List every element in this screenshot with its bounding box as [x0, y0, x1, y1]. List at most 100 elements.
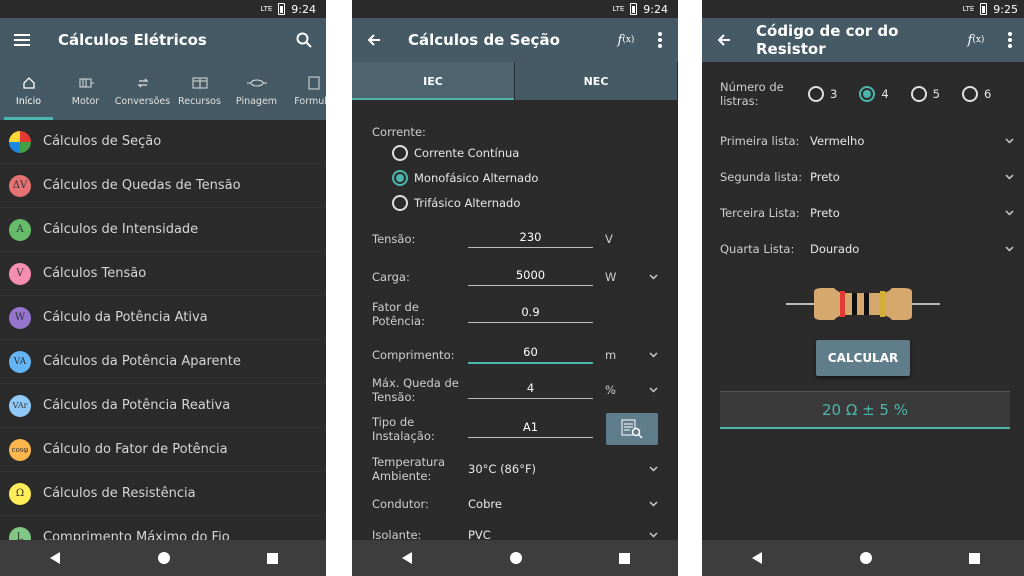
fator-row: Fator de Potência: 0.9 — [372, 300, 658, 328]
chevron-down-icon[interactable] — [648, 530, 658, 540]
home-nav-icon[interactable] — [509, 552, 522, 564]
band3-select[interactable]: Preto — [810, 206, 1004, 220]
tipo-label: Tipo de Instalação: — [372, 415, 435, 443]
tab-pinagem[interactable]: Pinagem — [228, 62, 285, 120]
status-time: 9:24 — [643, 2, 668, 16]
queda-unit-select[interactable]: % — [605, 383, 635, 397]
temperatura-select[interactable]: 30°C (86°F) — [468, 462, 638, 476]
band1-row[interactable]: Primeira lista: Vermelho — [720, 134, 1014, 148]
band3-label: Terceira Lista: — [720, 206, 800, 220]
chevron-down-icon[interactable] — [648, 464, 658, 474]
chevron-down-icon[interactable] — [648, 499, 658, 509]
carga-unit-select[interactable]: W — [605, 270, 635, 284]
page-title: Cálculos de Seção — [408, 31, 560, 49]
formula-icon — [308, 76, 319, 89]
list-item-potencia-aparente[interactable]: VA Cálculos da Potência Aparente — [0, 340, 326, 384]
radio-label: 4 — [881, 87, 889, 101]
band2-row[interactable]: Segunda lista: Preto — [720, 170, 1014, 184]
tensao-input[interactable]: 230 — [468, 230, 593, 248]
recents-nav-icon[interactable] — [968, 552, 980, 564]
radio-bands-3[interactable]: 3 — [808, 86, 837, 102]
carga-label: Carga: — [372, 270, 410, 284]
home-nav-icon[interactable] — [859, 552, 872, 564]
band1-select[interactable]: Vermelho — [810, 134, 1004, 148]
calcular-button[interactable]: CALCULAR — [816, 340, 910, 376]
list-item-secao[interactable]: Cálculos de Seção — [0, 120, 326, 164]
radio-bands-4[interactable]: 4 — [859, 86, 889, 102]
radio-bands-6[interactable]: 6 — [961, 86, 991, 102]
list-item-queda-tensao[interactable]: ΔV Cálculos de Quedas de Tensão — [0, 164, 326, 208]
comprimento-row: Comprimento: 60 m — [372, 345, 658, 364]
list-item-tensao[interactable]: V Cálculos Tensão — [0, 252, 326, 296]
home-nav-icon[interactable] — [157, 552, 170, 564]
radio-label: Monofásico Alternado — [414, 170, 539, 185]
fator-input[interactable]: 0.9 — [468, 305, 593, 323]
installation-picker-button[interactable] — [606, 413, 658, 445]
radio-monofasico[interactable]: Monofásico Alternado — [372, 165, 538, 190]
band4-row[interactable]: Quarta Lista: Dourado — [720, 242, 1014, 256]
chevron-down-icon[interactable] — [648, 272, 658, 282]
radio-circle-selected — [392, 169, 408, 186]
chevron-down-icon[interactable] — [1004, 244, 1014, 254]
temperatura-row[interactable]: Temperatura Ambiente: 30°C (86°F) — [372, 455, 658, 483]
list-item-potencia-reativa[interactable]: VAr Cálculos da Potência Reativa — [0, 384, 326, 428]
band2-label: Segunda lista: — [720, 170, 803, 184]
list-item-intensidade[interactable]: A Cálculos de Intensidade — [0, 208, 326, 252]
chevron-down-icon[interactable] — [1004, 208, 1014, 218]
list-item-label: Cálculo do Fator de Potência — [43, 442, 228, 457]
recents-nav-icon[interactable] — [618, 552, 630, 564]
section-icon — [9, 130, 31, 153]
list-item-label: Cálculos da Potência Aparente — [43, 354, 241, 369]
radio-trifasico[interactable]: Trifásico Alternado — [372, 190, 538, 215]
back-nav-icon[interactable] — [751, 552, 763, 564]
band4-select[interactable]: Dourado — [810, 242, 1004, 256]
tab-recursos[interactable]: Recursos — [171, 62, 228, 120]
list-item-fator-potencia[interactable]: cosφ Cálculo do Fator de Potência — [0, 428, 326, 472]
back-nav-icon[interactable] — [401, 552, 413, 564]
list-item-resistencia[interactable]: Ω Cálculos de Resistência — [0, 472, 326, 516]
chevron-down-icon[interactable] — [1004, 136, 1014, 146]
carga-input[interactable]: 5000 — [468, 268, 593, 286]
tab-iec[interactable]: IEC — [352, 62, 515, 100]
tab-formulas[interactable]: Formulá — [285, 62, 326, 120]
network-label: LTE — [612, 4, 625, 13]
chevron-down-icon[interactable] — [648, 350, 658, 360]
more-vert-icon[interactable] — [992, 18, 1024, 62]
convert-icon — [136, 78, 149, 87]
more-vert-icon[interactable] — [642, 18, 678, 62]
menu-icon[interactable] — [0, 18, 44, 62]
delta-v-icon: ΔV — [9, 174, 31, 197]
condutor-row[interactable]: Condutor: Cobre — [372, 497, 658, 511]
comprimento-input[interactable]: 60 — [468, 345, 593, 364]
radio-corrente-continua[interactable]: Corrente Contínua — [372, 140, 538, 165]
comprimento-unit-select[interactable]: m — [605, 348, 635, 362]
recents-nav-icon[interactable] — [266, 552, 278, 564]
status-bar: LTE 9:24 — [352, 0, 678, 18]
band2-select[interactable]: Preto — [810, 170, 1004, 184]
list-item-potencia-ativa[interactable]: W Cálculo da Potência Ativa — [0, 296, 326, 340]
tab-conversoes[interactable]: Conversões — [114, 62, 171, 120]
queda-input[interactable]: 4 — [468, 381, 593, 399]
tensao-unit: V — [605, 232, 613, 246]
back-arrow-icon[interactable] — [352, 18, 396, 62]
chevron-down-icon[interactable] — [648, 385, 658, 395]
condutor-select[interactable]: Cobre — [468, 497, 638, 511]
formula-fx-icon[interactable]: f (x) — [610, 18, 642, 62]
back-nav-icon[interactable] — [49, 552, 61, 564]
list-item-label: Cálculos da Potência Reativa — [43, 398, 231, 413]
tab-motor[interactable]: Motor — [57, 62, 114, 120]
formula-fx-icon[interactable]: f (x) — [960, 18, 992, 62]
back-arrow-icon[interactable] — [702, 18, 746, 62]
band1-label: Primeira lista: — [720, 134, 800, 148]
chevron-down-icon[interactable] — [1004, 172, 1014, 182]
radio-bands-5[interactable]: 5 — [910, 86, 940, 102]
band-1 — [840, 291, 845, 317]
tipo-input[interactable]: A1 — [468, 420, 593, 438]
band3-row[interactable]: Terceira Lista: Preto — [720, 206, 1014, 220]
home-icon — [22, 76, 35, 89]
search-icon[interactable] — [282, 18, 326, 62]
va-icon: VA — [9, 350, 31, 373]
tab-nec[interactable]: NEC — [515, 62, 678, 100]
list-item-label: Cálculos Tensão — [43, 266, 147, 281]
tab-inicio[interactable]: Início — [0, 62, 57, 120]
